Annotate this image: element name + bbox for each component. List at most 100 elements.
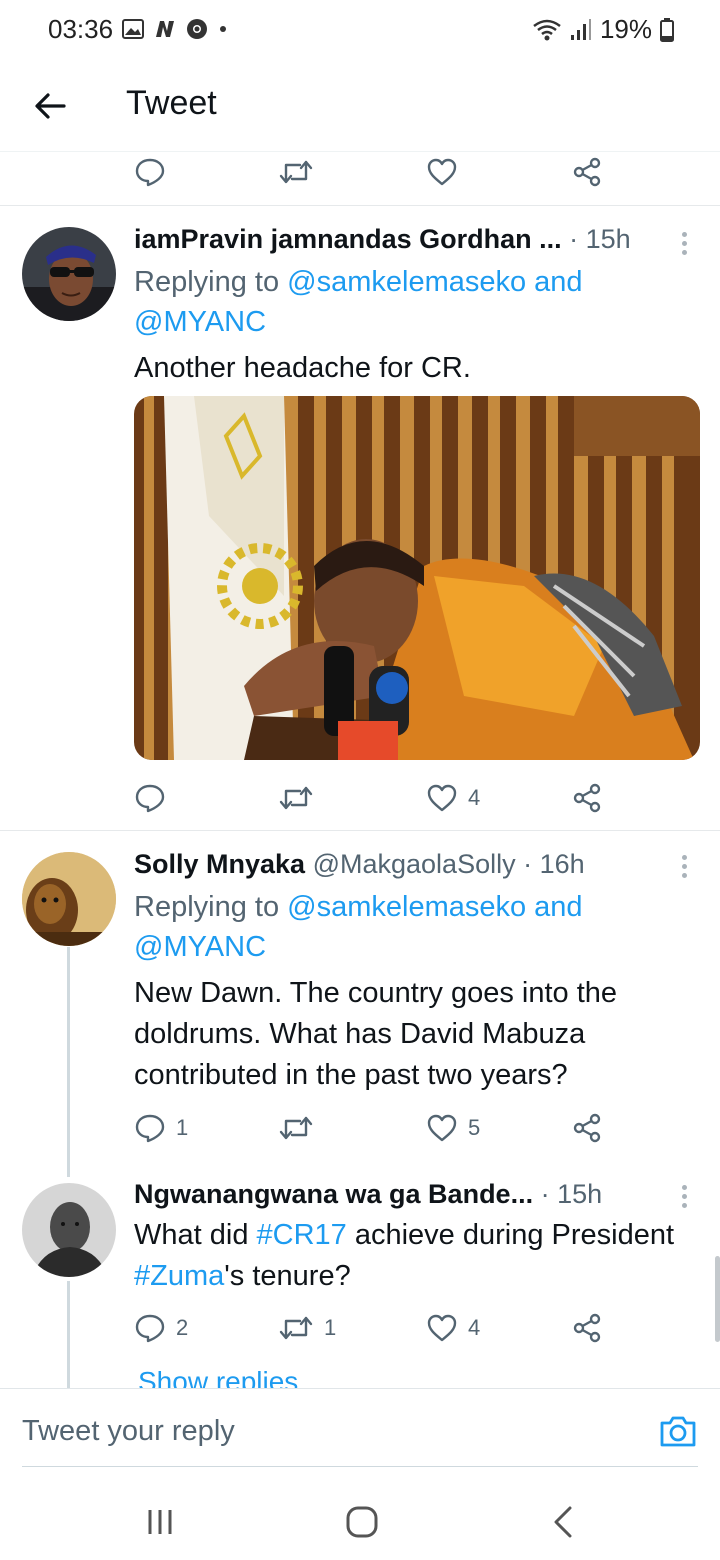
recents-icon — [148, 1510, 172, 1534]
timestamp: · 15h — [540, 1179, 603, 1209]
system-nav-bar — [0, 1480, 720, 1560]
retweet-icon — [279, 160, 313, 184]
like-count: 4 — [468, 1315, 481, 1340]
replying-to: Replying to @samkelemaseko and @MYANC — [134, 887, 680, 967]
like-button[interactable]: 5 — [426, 1106, 480, 1150]
avatar[interactable] — [22, 852, 116, 946]
more-options-button[interactable] — [682, 1185, 690, 1212]
status-bar: 03:36 19% — [0, 0, 720, 60]
share-icon — [573, 1313, 601, 1343]
retweet-button[interactable] — [278, 150, 324, 194]
wifi-icon — [533, 19, 561, 40]
hashtag-link[interactable]: #CR17 — [257, 1219, 347, 1251]
image-icon — [122, 19, 144, 39]
camera-button[interactable] — [658, 1411, 698, 1451]
heart-icon — [427, 158, 457, 186]
reply-icon — [135, 158, 165, 187]
like-button[interactable] — [426, 150, 468, 194]
home-button[interactable] — [342, 1502, 382, 1542]
hashtag-link[interactable]: #Zuma — [134, 1260, 224, 1292]
like-button[interactable]: 4 — [426, 1306, 480, 1350]
more-options-button[interactable] — [682, 855, 690, 882]
recents-button[interactable] — [140, 1502, 180, 1542]
tweet-actions: 2 1 4 — [0, 1306, 720, 1350]
share-button[interactable] — [572, 1306, 602, 1350]
status-time: 03:36 — [48, 14, 114, 44]
share-icon — [573, 1113, 601, 1143]
signal-icon — [570, 18, 591, 40]
reply-button[interactable] — [134, 776, 176, 820]
retweet-icon — [279, 1116, 313, 1140]
display-name[interactable]: iamPravin jamnandas Gordhan ... — [134, 224, 562, 254]
retweet-icon — [279, 786, 313, 810]
status-notification-icons — [122, 18, 228, 40]
tweet-actions — [0, 150, 720, 194]
app-header: Tweet — [0, 60, 720, 152]
show-replies-link[interactable]: Show replies — [138, 1366, 298, 1388]
timestamp: · 15h — [569, 224, 631, 254]
more-options-button[interactable] — [682, 232, 690, 259]
share-button[interactable] — [572, 776, 602, 820]
retweet-button[interactable]: 1 — [278, 1306, 336, 1350]
avatar[interactable] — [22, 227, 116, 321]
tweet[interactable]: Ngwanangwana wa ga Bande... · 15h What d… — [0, 1161, 720, 1388]
dot-icon — [220, 26, 226, 32]
heart-icon — [427, 1314, 457, 1342]
username: @MakgaolaSolly — [312, 849, 516, 879]
tweet-actions: 4 — [0, 776, 720, 820]
arrow-left-icon — [35, 93, 66, 119]
reply-composer — [0, 1388, 720, 1470]
replying-to-label: Replying to — [134, 266, 280, 298]
reply-count: 1 — [176, 1115, 189, 1140]
home-icon — [346, 1506, 378, 1538]
share-button[interactable] — [572, 1106, 602, 1150]
battery-percent: 19% — [599, 14, 652, 44]
tweet-header: Solly Mnyaka @MakgaolaSolly · 16h — [134, 849, 700, 880]
heart-icon — [427, 784, 457, 812]
battery-icon — [660, 17, 674, 42]
replying-to: Replying to @samkelemaseko and @MYANC — [134, 262, 680, 342]
display-name[interactable]: Solly Mnyaka — [134, 849, 305, 879]
tweet-text-part: achieve during President — [346, 1219, 675, 1251]
share-button[interactable] — [572, 150, 602, 194]
heart-icon — [427, 1114, 457, 1142]
tweet-header: Ngwanangwana wa ga Bande... · 15h — [134, 1179, 700, 1210]
retweet-button[interactable] — [278, 776, 324, 820]
back-button[interactable] — [30, 86, 70, 126]
tweet-text: Another headache for CR. — [134, 352, 471, 384]
reply-button[interactable] — [134, 150, 176, 194]
tweet[interactable]: iamPravin jamnandas Gordhan ... · 15h Re… — [0, 206, 720, 830]
share-icon — [573, 783, 601, 813]
tweet[interactable]: Solly Mnyaka @MakgaolaSolly · 16h Replyi… — [0, 831, 720, 1177]
tweet-image[interactable] — [134, 396, 700, 760]
reply-count: 2 — [176, 1315, 189, 1340]
like-count: 5 — [468, 1115, 481, 1140]
page-title: Tweet — [126, 84, 217, 122]
timestamp: · 16h — [523, 849, 585, 879]
tweet-text: New Dawn. The country goes into the dold… — [134, 977, 618, 1091]
reply-button[interactable]: 1 — [134, 1106, 188, 1150]
tweet-reply-input[interactable] — [22, 1415, 622, 1448]
tweet-text: What did #CR17 achieve during President … — [134, 1215, 704, 1297]
reply-button[interactable]: 2 — [134, 1306, 188, 1350]
nav-back-button[interactable] — [544, 1502, 584, 1542]
back-chevron-icon — [554, 1506, 572, 1538]
like-button[interactable]: 4 — [426, 776, 480, 820]
reply-icon — [135, 1314, 165, 1343]
avatar[interactable] — [22, 1183, 116, 1277]
replying-to-label: Replying to — [134, 891, 280, 923]
retweet-icon — [279, 1316, 313, 1340]
scrollbar[interactable] — [715, 1256, 720, 1342]
reply-icon — [135, 784, 165, 813]
tweet-header: iamPravin jamnandas Gordhan ... · 15h — [134, 224, 700, 255]
tweet-text-part: 's tenure? — [224, 1260, 351, 1292]
display-name[interactable]: Ngwanangwana wa ga Bande... — [134, 1179, 533, 1209]
n-icon — [156, 21, 174, 37]
retweet-count: 1 — [324, 1315, 337, 1340]
chrome-icon — [187, 19, 207, 39]
tweet-actions: 1 5 — [0, 1106, 720, 1150]
retweet-button[interactable] — [278, 1106, 324, 1150]
tweet-text-part: What did — [134, 1219, 257, 1251]
status-system-icons: 19% — [532, 14, 674, 45]
composer-divider — [22, 1466, 698, 1467]
